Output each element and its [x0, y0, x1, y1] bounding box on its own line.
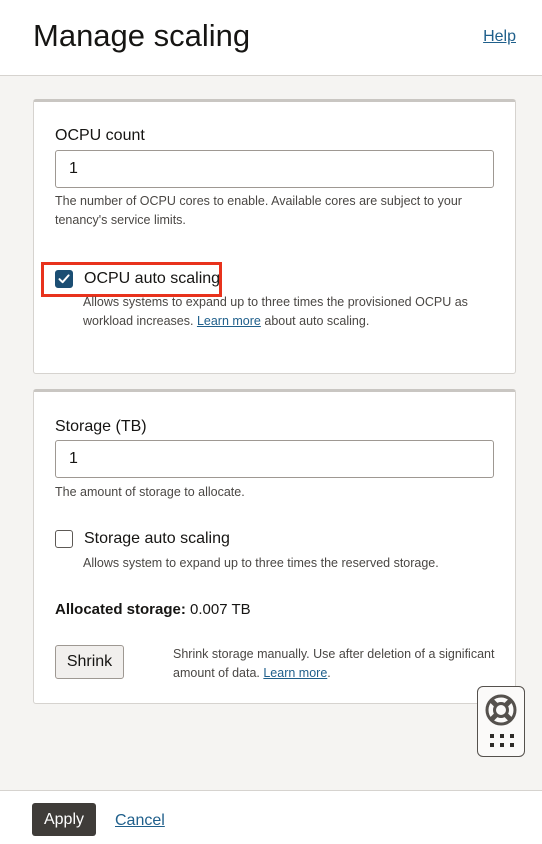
shrink-help-suffix: .	[327, 666, 331, 680]
ocpu-auto-scaling-row[interactable]: OCPU auto scaling	[55, 268, 220, 290]
ocpu-count-label: OCPU count	[55, 127, 145, 144]
ocpu-count-help: The number of OCPU cores to enable. Avai…	[55, 194, 462, 227]
storage-help: The amount of storage to allocate.	[55, 485, 245, 499]
shrink-learn-more-link[interactable]: Learn more	[263, 666, 327, 680]
page-title: Manage scaling	[33, 18, 251, 53]
apply-button[interactable]: Apply	[32, 803, 96, 836]
storage-section: Storage (TB) 1 The amount of storage to …	[33, 389, 516, 704]
learn-more-link[interactable]: Learn more	[197, 314, 261, 328]
ocpu-auto-scaling-label: OCPU auto scaling	[84, 270, 221, 287]
cancel-link[interactable]: Cancel	[115, 812, 165, 830]
lifebuoy-icon[interactable]	[484, 693, 518, 727]
allocated-storage-label: Allocated storage:	[55, 601, 186, 618]
allocated-storage-value: 0.007 TB	[190, 601, 251, 618]
checkmark-icon	[58, 274, 70, 284]
panel-header: Manage scaling Help	[0, 0, 542, 76]
storage-input[interactable]: 1	[55, 440, 494, 478]
grid-dots-icon[interactable]	[489, 733, 515, 749]
ocpu-section: OCPU count 1 The number of OCPU cores to…	[33, 99, 516, 374]
storage-auto-scaling-row[interactable]: Storage auto scaling	[55, 528, 230, 550]
ocpu-count-input[interactable]: 1	[55, 150, 494, 188]
storage-auto-scaling-label: Storage auto scaling	[84, 530, 230, 547]
storage-label: Storage (TB)	[55, 418, 147, 435]
shrink-button[interactable]: Shrink	[55, 645, 124, 679]
storage-auto-scaling-checkbox[interactable]	[55, 530, 73, 548]
panel-footer: Apply Cancel	[0, 790, 542, 844]
floating-help-widget[interactable]	[477, 686, 525, 757]
ocpu-auto-scaling-checkbox[interactable]	[55, 270, 73, 288]
allocated-storage: Allocated storage: 0.007 TB	[55, 601, 251, 618]
storage-auto-scaling-help: Allows system to expand up to three time…	[83, 556, 439, 570]
shrink-help: Shrink storage manually. Use after delet…	[173, 645, 503, 683]
ocpu-auto-scaling-help-suffix: about auto scaling.	[264, 314, 370, 328]
shrink-help-text: Shrink storage manually. Use after delet…	[173, 647, 495, 680]
help-link[interactable]: Help	[483, 28, 516, 46]
ocpu-auto-scaling-help: Allows systems to expand up to three tim…	[83, 293, 483, 331]
